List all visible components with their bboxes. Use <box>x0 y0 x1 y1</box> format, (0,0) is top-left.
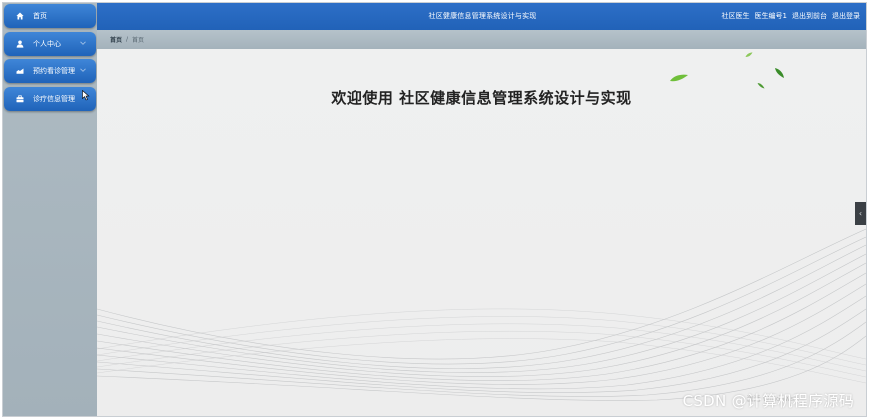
leaf-decoration-icon <box>775 68 784 78</box>
sidebar-item-treatment-info[interactable]: 诊疗信息管理 <box>4 87 96 111</box>
main-content: 欢迎使用 社区健康信息管理系统设计与实现 ‹ 激活 Windows CSDN @… <box>97 49 866 416</box>
leaf-decoration-icon <box>745 52 753 57</box>
sidebar-item-label: 首页 <box>33 12 47 20</box>
sidebar-item-label: 诊疗信息管理 <box>33 95 75 103</box>
breadcrumb-home[interactable]: 首页 <box>110 35 122 44</box>
top-header: 社区健康信息管理系统设计与实现 社区医生 医生编号1 退出到前台 退出登录 <box>97 3 866 30</box>
leaf-decoration-icon <box>670 74 688 82</box>
breadcrumb-separator: / <box>126 36 129 43</box>
app-window: 首页 个人中心 预约看诊管理 诊疗信息管理 社区健康信息管理系统设计与实现 社区… <box>2 2 867 417</box>
chevron-down-icon <box>80 68 86 72</box>
collapse-panel-button[interactable]: ‹ <box>855 202 866 225</box>
appointment-icon <box>16 67 24 75</box>
mouse-cursor-icon <box>82 90 90 101</box>
chevron-down-icon <box>80 41 86 45</box>
sidebar-item-label: 个人中心 <box>33 40 61 48</box>
welcome-message: 欢迎使用 社区健康信息管理系统设计与实现 <box>331 89 632 107</box>
breadcrumb-current: 首页 <box>132 37 145 44</box>
header-user-area: 社区医生 医生编号1 退出到前台 退出登录 <box>722 11 860 21</box>
back-to-front-link[interactable]: 退出到前台 <box>792 11 827 21</box>
chevron-left-icon: ‹ <box>858 209 863 218</box>
logout-link[interactable]: 退出登录 <box>832 11 860 21</box>
sidebar-item-label: 预约看诊管理 <box>33 67 75 75</box>
briefcase-icon <box>16 95 24 103</box>
user-name: 医生编号1 <box>754 12 787 20</box>
sidebar-item-home[interactable]: 首页 <box>4 4 96 28</box>
sidebar: 首页 个人中心 预约看诊管理 诊疗信息管理 <box>3 3 97 416</box>
home-icon <box>16 12 24 20</box>
sidebar-item-personal-center[interactable]: 个人中心 <box>4 32 96 56</box>
csdn-watermark: CSDN @计算机程序源码 <box>682 392 854 410</box>
user-role: 社区医生 <box>721 12 750 20</box>
breadcrumb: 首页 / 首页 <box>97 30 866 49</box>
sidebar-item-appointment[interactable]: 预约看诊管理 <box>4 59 96 83</box>
user-icon <box>16 40 24 48</box>
